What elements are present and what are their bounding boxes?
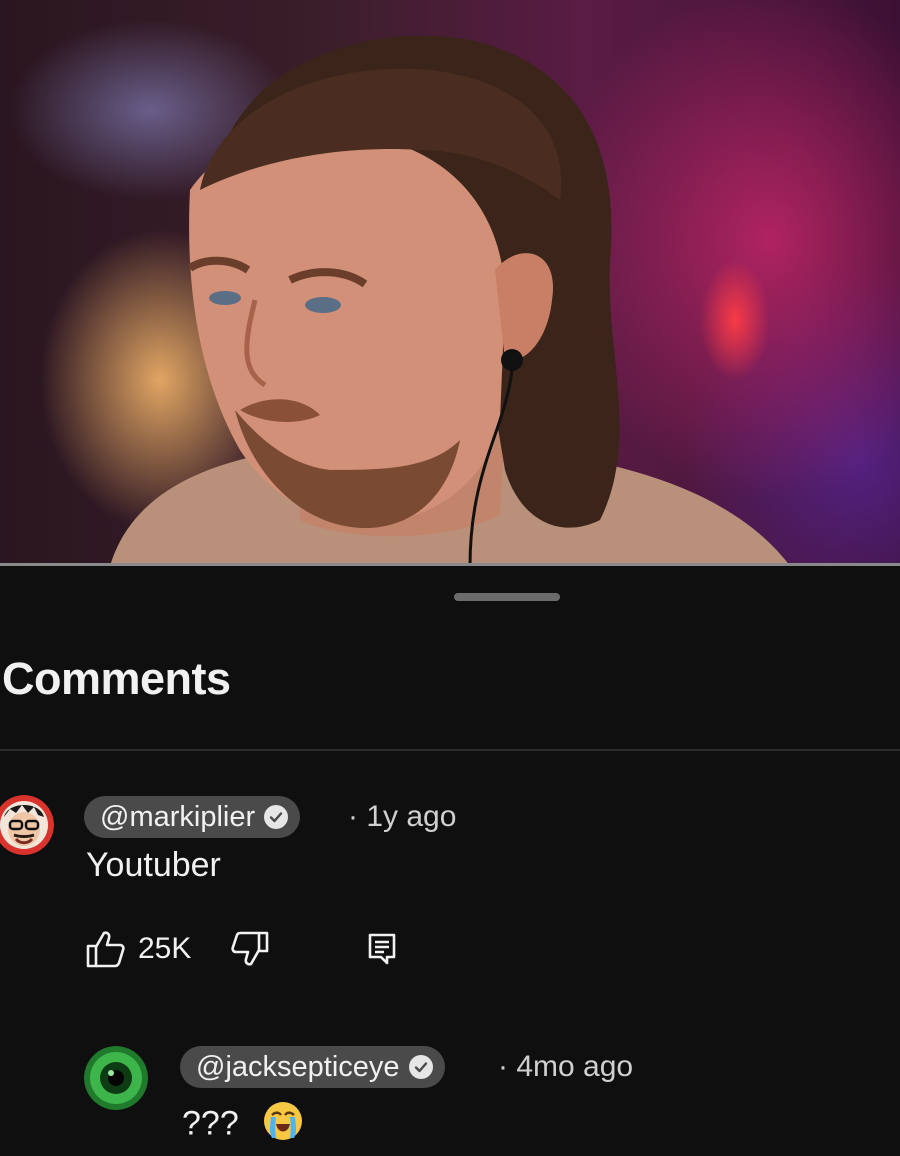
avatar-icon (0, 795, 54, 855)
thumbs-down-icon (231, 931, 269, 966)
sheet-drag-handle[interactable] (454, 593, 560, 601)
author-handle-text: @markiplier (100, 800, 256, 833)
header-divider (0, 749, 900, 751)
reply-author-handle[interactable]: @jacksepticeye (180, 1046, 445, 1088)
comment-timestamp: · 1y ago (348, 800, 457, 833)
reply-button[interactable] (367, 932, 397, 966)
comment-text: Youtuber (86, 846, 221, 884)
reply-comment-icon (369, 933, 396, 965)
like-count: 25K (138, 932, 192, 965)
verified-check-icon (264, 805, 289, 829)
avatar-icon (84, 1046, 148, 1110)
reply-text: ??? (182, 1104, 239, 1143)
jacksepticeye-avatar[interactable] (84, 1046, 148, 1110)
video-player[interactable] (0, 0, 900, 566)
reply-handle-text: @jacksepticeye (196, 1050, 400, 1083)
dislike-button[interactable] (231, 931, 269, 967)
comment-author-handle[interactable]: @markiplier (84, 796, 301, 838)
comments-title: Comments (2, 653, 231, 704)
comment-actions: 25K (86, 930, 397, 968)
markiplier-avatar[interactable] (0, 795, 54, 855)
verified-check-icon (408, 1055, 433, 1079)
thumbs-up-icon (86, 931, 125, 968)
loudly-crying-face-icon (262, 1100, 304, 1151)
reply-text-row: ??? (182, 1100, 304, 1151)
youtube-comments-screen: Comments @markiplier · 1y ago Youtuber 2… (0, 0, 900, 1156)
video-frame-illustration (110, 35, 790, 566)
like-button[interactable]: 25K (86, 930, 191, 968)
reply-timestamp: · 4mo ago (498, 1050, 634, 1083)
